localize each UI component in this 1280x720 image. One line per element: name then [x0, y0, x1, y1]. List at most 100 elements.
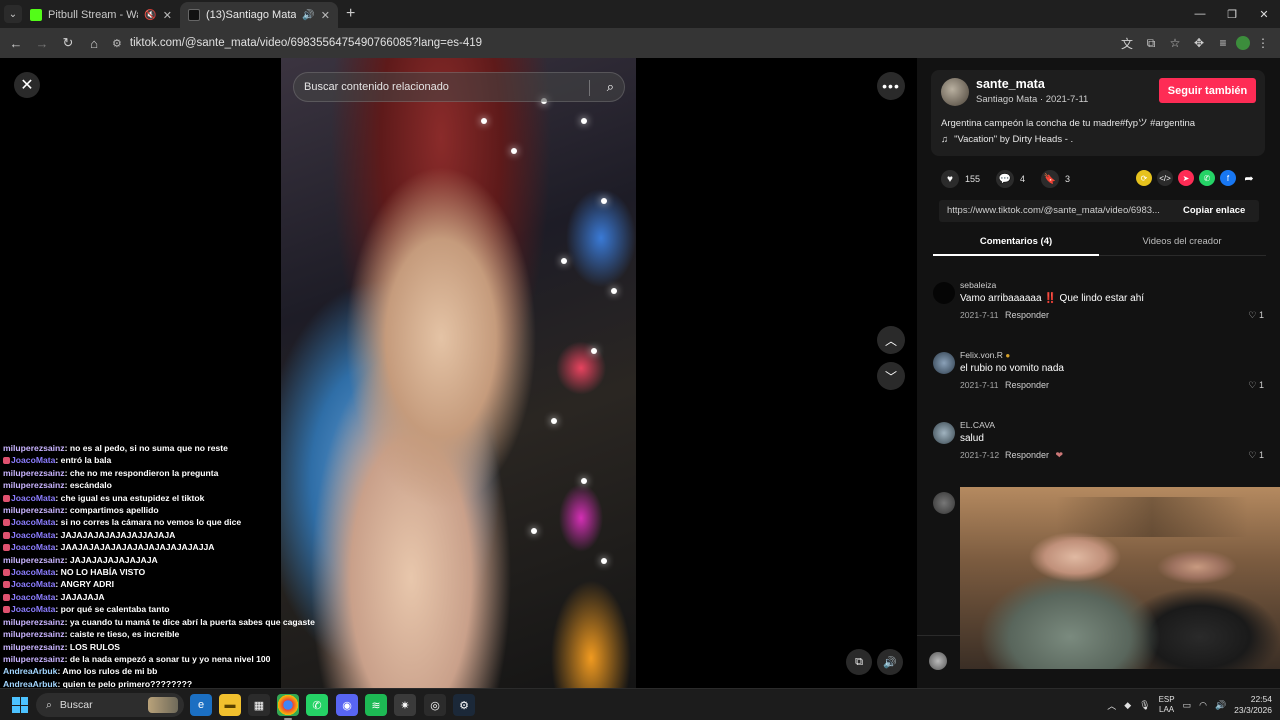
tab-comments[interactable]: Comentarios (4)	[933, 232, 1099, 256]
commenter-avatar[interactable]	[933, 352, 955, 374]
video-player[interactable]: Buscar contenido relacionado ⌕	[281, 58, 636, 688]
whatsapp-icon[interactable]: ✆	[1199, 170, 1215, 186]
obs-icon[interactable]: ◎	[424, 694, 446, 716]
chat-username[interactable]: JoacoMata	[11, 579, 55, 589]
muted-icon[interactable]: 🔇	[144, 10, 156, 21]
chat-username[interactable]: miluperezsainz	[3, 555, 65, 565]
chat-username[interactable]: JoacoMata	[11, 493, 55, 503]
chat-username[interactable]: miluperezsainz	[3, 505, 65, 515]
music-line[interactable]: ♫ "Vacation" by Dirty Heads - .	[941, 134, 1073, 145]
reply-button[interactable]: Responder	[1005, 380, 1049, 390]
tab-tiktok[interactable]: (13)Santiago Mata (@sante_m 🔊 ✕	[180, 2, 338, 28]
chat-username[interactable]: miluperezsainz	[3, 617, 65, 627]
close-video-icon[interactable]: ✕	[14, 72, 40, 98]
chat-username[interactable]: miluperezsainz	[3, 468, 65, 478]
comment-icon[interactable]: 💬	[996, 170, 1015, 188]
share-arrow-icon[interactable]: ➦	[1241, 170, 1257, 186]
comment-like[interactable]: ♡ 1	[1248, 380, 1264, 391]
forward-icon[interactable]: →	[30, 31, 54, 55]
chat-username[interactable]: JoacoMata	[11, 542, 55, 552]
address-bar[interactable]: ⚙ tiktok.com/@sante_mata/video/698355647…	[104, 31, 1164, 55]
copy-link-button[interactable]: Copiar enlace	[1183, 205, 1245, 216]
whatsapp-app-icon[interactable]: ✆	[306, 694, 328, 716]
reload-icon[interactable]: ↻	[56, 31, 80, 55]
browser-menu-icon[interactable]: ⋮	[1252, 31, 1274, 55]
like-stat[interactable]: ♥ 155	[941, 170, 980, 188]
comment-stat[interactable]: 💬 4	[996, 170, 1025, 188]
save-stat[interactable]: 🔖 3	[1041, 170, 1070, 188]
chat-username[interactable]: JoacoMata	[11, 455, 55, 465]
new-tab-icon[interactable]: +	[346, 5, 355, 23]
profile-avatar-icon[interactable]	[1236, 36, 1250, 50]
tab-search-menu-icon[interactable]: ⌄	[4, 5, 22, 23]
more-options-icon[interactable]: •••	[877, 72, 905, 100]
windows-start-icon[interactable]	[12, 697, 28, 713]
steam-icon[interactable]: ⚙	[453, 694, 475, 716]
commenter-name[interactable]: sebaleiza	[960, 280, 996, 290]
next-video-icon[interactable]: ﹀	[877, 362, 905, 390]
minimize-icon[interactable]: —	[1184, 0, 1216, 28]
microphone-icon[interactable]: 🎙	[1139, 700, 1150, 711]
search-icon[interactable]: ⌕	[607, 79, 614, 95]
author-username[interactable]: sante_mata	[976, 77, 1045, 91]
reading-list-icon[interactable]: ≡	[1212, 31, 1234, 55]
author-avatar[interactable]	[941, 78, 969, 106]
commenter-avatar[interactable]	[933, 422, 955, 444]
maximize-icon[interactable]: ❐	[1216, 0, 1248, 28]
bookmark-star-icon[interactable]: ☆	[1164, 31, 1186, 55]
volume-icon[interactable]: 🔊	[877, 649, 903, 675]
chat-username[interactable]: miluperezsainz	[3, 654, 65, 664]
chat-username[interactable]: miluperezsainz	[3, 629, 65, 639]
discord-icon[interactable]: ◉	[336, 694, 358, 716]
chrome-icon[interactable]	[277, 694, 299, 720]
site-info-icon[interactable]: ⚙	[112, 37, 122, 50]
related-search-input[interactable]: Buscar contenido relacionado ⌕	[293, 72, 625, 102]
heart-icon[interactable]: ♥	[941, 170, 959, 188]
chat-username[interactable]: AndreaArbuk	[3, 666, 57, 676]
chat-username[interactable]: JoacoMata	[11, 530, 55, 540]
chat-username[interactable]: JoacoMata	[11, 604, 55, 614]
taskbar-search[interactable]: ⌕ Buscar	[36, 693, 184, 717]
facebook-icon[interactable]: f	[1220, 170, 1236, 186]
display-icon[interactable]: ▭	[1183, 700, 1192, 711]
cast-icon[interactable]: ⧉	[1140, 31, 1162, 55]
network-app-icon[interactable]: ◆	[1124, 700, 1131, 711]
comment-like[interactable]: ♡ 1	[1248, 450, 1264, 461]
tab-creator-videos[interactable]: Videos del creador	[1099, 232, 1265, 256]
commenter-name[interactable]: EL.CAVA	[960, 420, 995, 430]
repost-icon[interactable]: ⟳	[1136, 170, 1152, 186]
reply-button[interactable]: Responder	[1005, 310, 1049, 320]
floating-player-icon[interactable]: ⧉	[846, 649, 872, 675]
tab-close-icon[interactable]: ✕	[321, 9, 330, 22]
tab-close-icon[interactable]: ✕	[163, 9, 172, 22]
comment-like[interactable]: ♡ 1	[1248, 310, 1264, 321]
edge-icon[interactable]: e	[190, 694, 212, 716]
game-app-icon[interactable]: ✷	[394, 694, 416, 716]
chat-username[interactable]: miluperezsainz	[3, 443, 65, 453]
window-close-icon[interactable]: ✕	[1248, 0, 1280, 28]
heart-outline-icon[interactable]: ♡	[1248, 450, 1256, 460]
bookmark-icon[interactable]: 🔖	[1041, 170, 1060, 188]
file-explorer-icon[interactable]: ▬	[219, 694, 241, 716]
previous-video-icon[interactable]: ︿	[877, 326, 905, 354]
extensions-icon[interactable]: ✥	[1188, 31, 1210, 55]
tray-overflow-icon[interactable]: ︿	[1107, 699, 1116, 712]
send-to-friends-icon[interactable]: ➤	[1178, 170, 1194, 186]
chat-username[interactable]: JoacoMata	[11, 567, 55, 577]
spotify-icon[interactable]: ≋	[365, 694, 387, 716]
back-icon[interactable]: ←	[4, 31, 28, 55]
audio-playing-icon[interactable]: 🔊	[302, 10, 314, 21]
clock[interactable]: 22:54 23/3/2026	[1234, 694, 1272, 716]
home-icon[interactable]: ⌂	[82, 31, 106, 55]
commenter-avatar[interactable]	[933, 282, 955, 304]
commenter-name[interactable]: Felix.von.R ●	[960, 350, 1010, 360]
reply-button[interactable]: Responder ❤	[1005, 450, 1063, 461]
heart-outline-icon[interactable]: ♡	[1248, 310, 1256, 320]
language-indicator[interactable]: ESP LAA	[1159, 695, 1175, 715]
chat-username[interactable]: miluperezsainz	[3, 480, 65, 490]
tab-pitbull-stream[interactable]: Pitbull Stream - Watch Live 🔇 ✕	[22, 2, 180, 28]
translate-icon[interactable]: 文	[1116, 31, 1138, 55]
follow-button[interactable]: Seguir también	[1159, 78, 1256, 103]
chat-username[interactable]: JoacoMata	[11, 517, 55, 527]
chat-username[interactable]: JoacoMata	[11, 592, 55, 602]
